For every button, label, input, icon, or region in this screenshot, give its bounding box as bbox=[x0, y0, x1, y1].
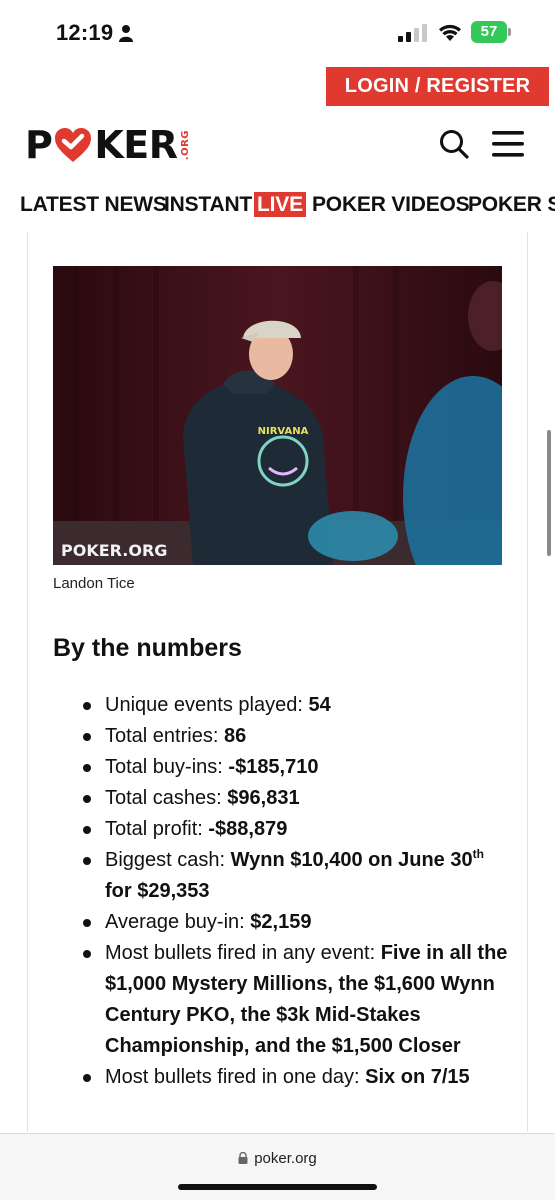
list-item: Average buy-in: $2,159 bbox=[53, 907, 513, 938]
stat-value: 54 bbox=[308, 694, 331, 716]
section-heading: By the numbers bbox=[53, 634, 242, 662]
stat-value: Wynn $10,400 on June 30 bbox=[230, 849, 473, 871]
stat-label: Total entries: bbox=[105, 725, 219, 747]
list-item: Total buy-ins: -$185,710 bbox=[53, 752, 513, 783]
search-icon[interactable] bbox=[439, 129, 469, 159]
battery-level: 57 bbox=[471, 21, 507, 43]
battery-tip bbox=[508, 28, 511, 36]
status-bar: 12:19 57 bbox=[0, 0, 555, 66]
svg-text:NIRVANA: NIRVANA bbox=[258, 426, 309, 437]
person-icon bbox=[119, 25, 133, 42]
photo-caption: Landon Tice bbox=[53, 575, 135, 592]
status-time: 12:19 bbox=[56, 20, 114, 45]
wifi-icon bbox=[439, 24, 461, 41]
list-item: Most bullets fired in any event: Five in… bbox=[53, 938, 513, 1062]
nav-item-poker-strategy[interactable]: POKER STR bbox=[468, 193, 555, 217]
stat-label: Total cashes: bbox=[105, 787, 222, 809]
list-item: Total entries: 86 bbox=[53, 721, 513, 752]
home-indicator[interactable] bbox=[178, 1184, 377, 1190]
nav-item-label: INSTANT bbox=[164, 193, 253, 216]
list-item: Total profit: -$88,879 bbox=[53, 814, 513, 845]
main-nav: LATEST NEWS INSTANT LIVE POKER VIDEOS POK… bbox=[0, 185, 555, 229]
stat-value: $2,159 bbox=[250, 911, 312, 933]
stat-superscript: th bbox=[472, 847, 484, 861]
stat-label: Most bullets fired in any event: bbox=[105, 942, 376, 964]
nav-item-instant-live[interactable]: INSTANT LIVE bbox=[164, 192, 306, 217]
stat-label: Total buy-ins: bbox=[105, 756, 223, 778]
clipped-text-line bbox=[348, 232, 528, 240]
list-item: Biggest cash: Wynn $10,400 on June 30th … bbox=[53, 845, 513, 907]
photo-watermark: POKER.ORG bbox=[61, 541, 167, 560]
list-item: Unique events played: 54 bbox=[53, 690, 513, 721]
nav-item-latest-news[interactable]: LATEST NEWS bbox=[20, 193, 167, 217]
logo-suffix: .ORG bbox=[179, 129, 191, 161]
stat-label: Average buy-in: bbox=[105, 911, 245, 933]
stat-value: -$185,710 bbox=[228, 756, 319, 778]
login-register-button[interactable]: LOGIN / REGISTER bbox=[326, 67, 549, 106]
logo-text-right: KER bbox=[94, 123, 178, 167]
list-item: Most bullets fired in one day: Six on 7/… bbox=[53, 1062, 513, 1093]
stats-list: Unique events played: 54 Total entries: … bbox=[53, 690, 513, 1093]
battery-indicator: 57 bbox=[471, 21, 511, 43]
browser-bottom-bar: poker.org bbox=[0, 1133, 555, 1200]
page-scrollbar[interactable] bbox=[547, 430, 551, 556]
stat-value: -$88,879 bbox=[208, 818, 288, 840]
cellular-signal-icon bbox=[398, 24, 427, 42]
logo-wordmark: P KER .ORG bbox=[25, 123, 191, 167]
stat-label: Total profit: bbox=[105, 818, 203, 840]
poker-org-logo[interactable]: P KER .ORG bbox=[25, 123, 191, 167]
hamburger-menu-icon[interactable] bbox=[492, 130, 524, 158]
heart-icon bbox=[55, 128, 92, 162]
lock-icon bbox=[238, 1152, 248, 1164]
photo-illustration: NIRVANA POKER.ORG bbox=[53, 266, 502, 565]
stat-value: 86 bbox=[223, 725, 247, 747]
stat-label: Most bullets fired in one day: bbox=[105, 1066, 360, 1088]
stat-value: Six on 7/15 bbox=[365, 1066, 470, 1088]
url-text: poker.org bbox=[254, 1150, 317, 1167]
stat-label: Biggest cash: bbox=[105, 849, 226, 871]
article-photo[interactable]: NIRVANA POKER.ORG bbox=[53, 266, 502, 565]
list-item: Total cashes: $96,831 bbox=[53, 783, 513, 814]
url-bar[interactable]: poker.org bbox=[0, 1150, 555, 1167]
live-badge: LIVE bbox=[254, 192, 306, 217]
nav-item-poker-videos[interactable]: POKER VIDEOS bbox=[312, 193, 470, 217]
stat-value-tail: for $29,353 bbox=[105, 880, 210, 902]
stat-value: $96,831 bbox=[227, 787, 300, 809]
logo-text-left: P bbox=[25, 123, 53, 167]
stat-label: Unique events played: bbox=[105, 694, 303, 716]
